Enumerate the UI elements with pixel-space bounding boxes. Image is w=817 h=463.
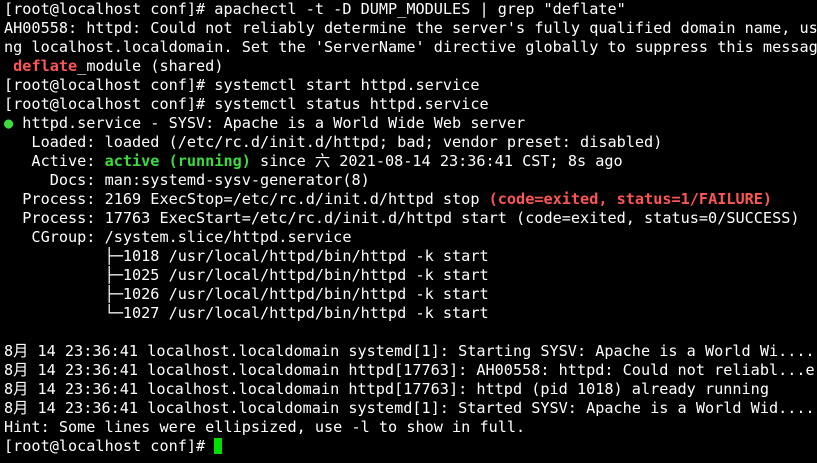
- log-line-started: 8月 14 23:36:41 localhost.localdomain sys…: [4, 399, 815, 417]
- output-line-ah00558-2: ng localhost.localdomain. Set the 'Serve…: [4, 38, 817, 56]
- output-line-deflate-module: deflate_module (shared): [4, 57, 817, 76]
- active-since-text: since 六 2021-08-14 23:36:41 CST; 8s ago: [250, 152, 623, 170]
- process-stop-text: Process: 2169 ExecStop=/etc/rc.d/init.d/…: [4, 190, 489, 208]
- shell-prompt-line[interactable]: [root@localhost conf]#: [4, 437, 817, 456]
- status-active-line: Active: active (running) since 六 2021-08…: [4, 152, 817, 171]
- active-running-status: active (running): [104, 152, 251, 170]
- cgroup-process-1018: ├─1018 /usr/local/httpd/bin/httpd -k sta…: [4, 247, 489, 265]
- log-line-already-running: 8月 14 23:36:41 localhost.localdomain htt…: [4, 380, 769, 398]
- terminal-window[interactable]: [root@localhost conf]# apachectl -t -D D…: [0, 0, 817, 463]
- command-line-systemctl-start: [root@localhost conf]# systemctl start h…: [4, 76, 480, 94]
- status-process-start-line: Process: 17763 ExecStart=/etc/rc.d/init.…: [4, 209, 800, 227]
- cursor-block[interactable]: [214, 438, 223, 454]
- command-line-apachectl: [root@localhost conf]# apachectl -t -D D…: [4, 0, 626, 18]
- deflate-pre: [4, 57, 13, 75]
- status-loaded-line: Loaded: loaded (/etc/rc.d/init.d/httpd; …: [4, 133, 663, 151]
- log-line-ah00558: 8月 14 23:36:41 localhost.localdomain htt…: [4, 361, 815, 379]
- cgroup-process-1025: ├─1025 /usr/local/httpd/bin/httpd -k sta…: [4, 266, 489, 284]
- command-line-systemctl-status: [root@localhost conf]# systemctl status …: [4, 95, 489, 113]
- cgroup-process-1027: └─1027 /usr/local/httpd/bin/httpd -k sta…: [4, 304, 489, 322]
- service-title-text: httpd.service - SYSV: Apache is a World …: [13, 114, 526, 132]
- status-process-stop-line: Process: 2169 ExecStop=/etc/rc.d/init.d/…: [4, 190, 817, 209]
- deflate-highlight: deflate: [13, 57, 78, 75]
- status-cgroup-line: CGroup: /system.slice/httpd.service: [4, 228, 352, 246]
- hint-line: Hint: Some lines were ellipsized, use -l…: [4, 418, 526, 436]
- cgroup-process-1026: ├─1026 /usr/local/httpd/bin/httpd -k sta…: [4, 285, 489, 303]
- deflate-post: _module (shared): [77, 57, 224, 75]
- status-docs-line: Docs: man:systemd-sysv-generator(8): [4, 171, 370, 189]
- output-line-ah00558-1: AH00558: httpd: Could not reliably deter…: [4, 19, 817, 37]
- process-stop-failure: (code=exited, status=1/FAILURE): [488, 190, 773, 208]
- shell-prompt: [root@localhost conf]#: [4, 437, 215, 455]
- status-service-title: ● httpd.service - SYSV: Apache is a Worl…: [4, 114, 817, 133]
- status-dot-icon: ●: [4, 114, 14, 132]
- log-line-starting: 8月 14 23:36:41 localhost.localdomain sys…: [4, 342, 815, 360]
- active-label: Active:: [4, 152, 105, 170]
